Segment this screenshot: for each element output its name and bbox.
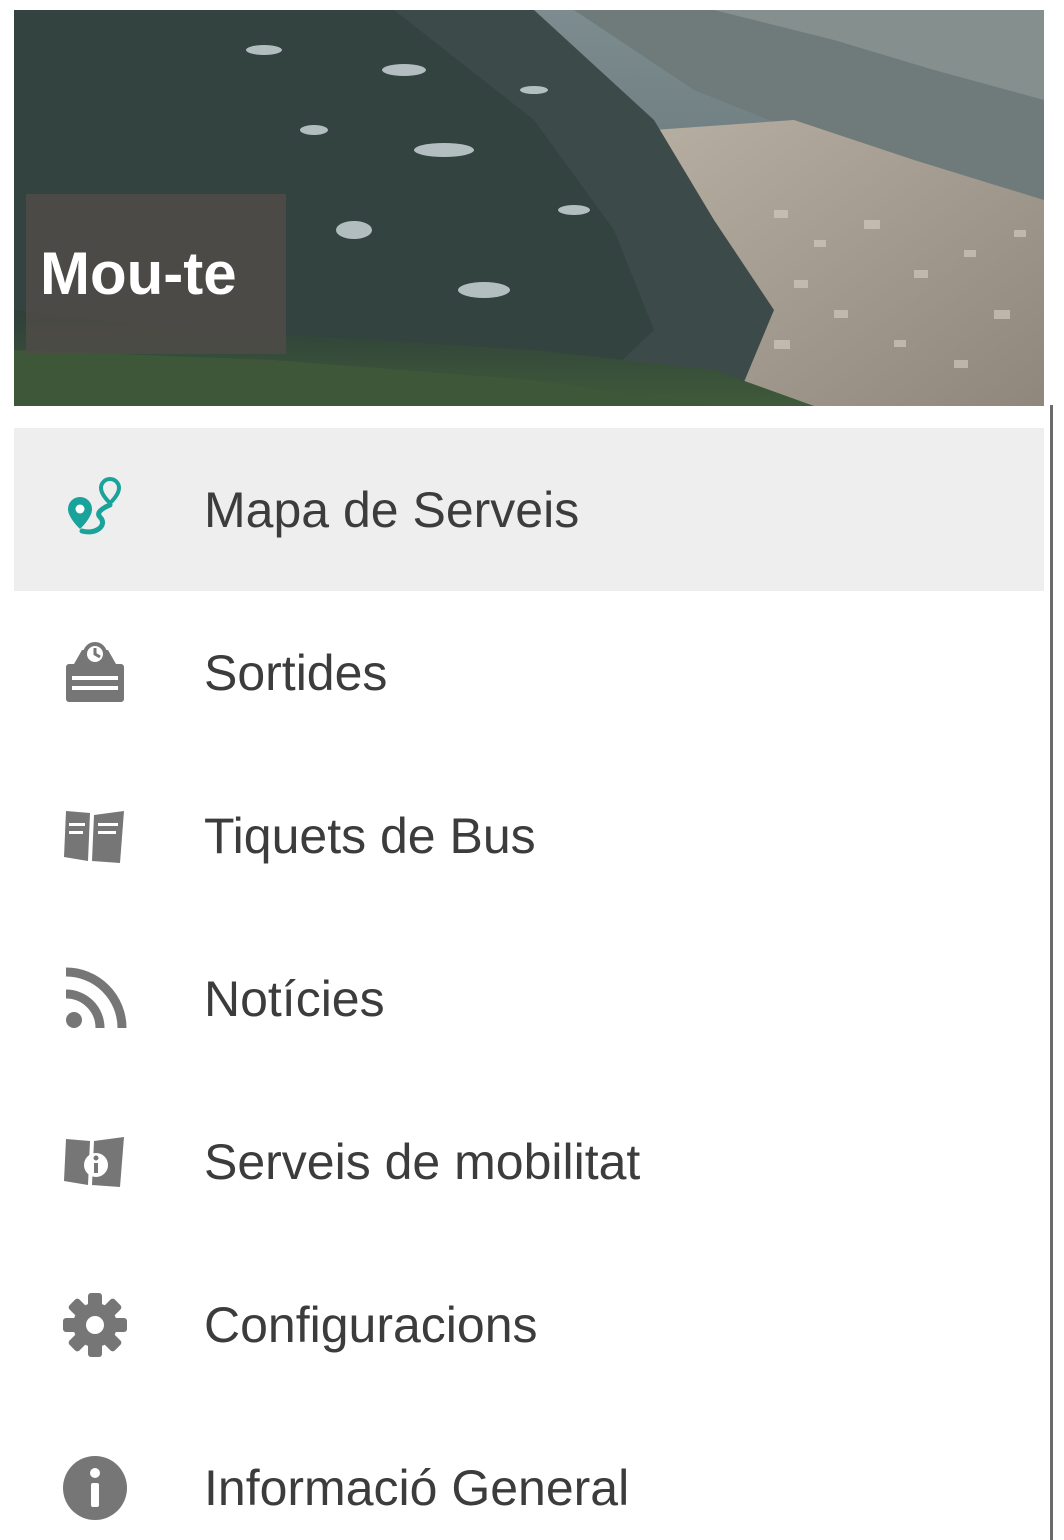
app-title: Mou-te — [40, 240, 237, 307]
menu-item-configuracions[interactable]: Configuracions — [14, 1243, 1044, 1406]
menu-item-noticies[interactable]: Notícies — [14, 917, 1044, 1080]
bus-tickets-icon — [60, 801, 130, 871]
menu-item-serveis-de-mobilitat[interactable]: Serveis de mobilitat — [14, 1080, 1044, 1243]
drawer-header: Mou-te — [14, 10, 1044, 406]
departures-schedule-icon — [60, 638, 130, 708]
menu-item-tiquets-de-bus[interactable]: Tiquets de Bus — [14, 754, 1044, 917]
top-border — [0, 0, 1064, 10]
left-border — [0, 0, 14, 1540]
menu-item-sortides[interactable]: Sortides — [14, 591, 1044, 754]
menu-item-label: Configuracions — [204, 1296, 538, 1353]
mobility-services-icon — [60, 1127, 130, 1197]
menu-item-mapa-de-serveis[interactable]: Mapa de Serveis — [14, 428, 1044, 591]
menu-item-label: Sortides — [204, 644, 388, 701]
menu-item-informacio-general[interactable]: Informació General — [14, 1406, 1044, 1540]
menu-item-label: Informació General — [204, 1459, 630, 1516]
navigation-drawer: Mou-te Mapa de Serveis Sortides Tiquets … — [14, 10, 1044, 1540]
right-border — [1046, 0, 1064, 1540]
rss-feed-icon — [60, 964, 130, 1034]
gear-icon — [60, 1290, 130, 1360]
menu-item-label: Notícies — [204, 970, 385, 1027]
app-screen: Mou-te Mapa de Serveis Sortides Tiquets … — [0, 0, 1064, 1540]
menu-item-label: Tiquets de Bus — [204, 807, 536, 864]
info-icon — [60, 1453, 130, 1523]
route-map-icon — [60, 475, 130, 545]
menu-item-label: Serveis de mobilitat — [204, 1133, 641, 1190]
menu-item-label: Mapa de Serveis — [204, 481, 580, 538]
drawer-menu: Mapa de Serveis Sortides Tiquets de Bus … — [14, 428, 1044, 1540]
